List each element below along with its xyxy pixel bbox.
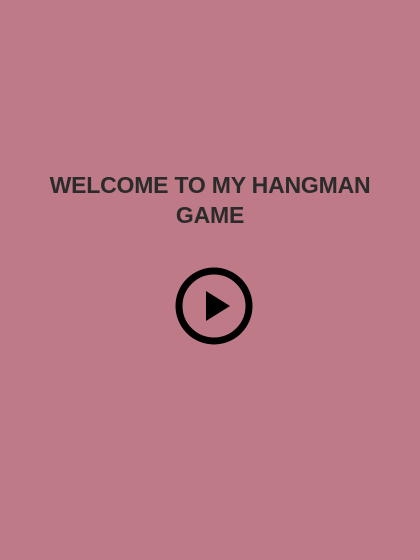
play-circle-icon bbox=[175, 267, 253, 345]
play-button[interactable] bbox=[175, 267, 253, 345]
welcome-title: WELCOME TO MY HANGMAN GAME bbox=[49, 172, 371, 228]
welcome-screen: WELCOME TO MY HANGMAN GAME bbox=[0, 0, 420, 560]
